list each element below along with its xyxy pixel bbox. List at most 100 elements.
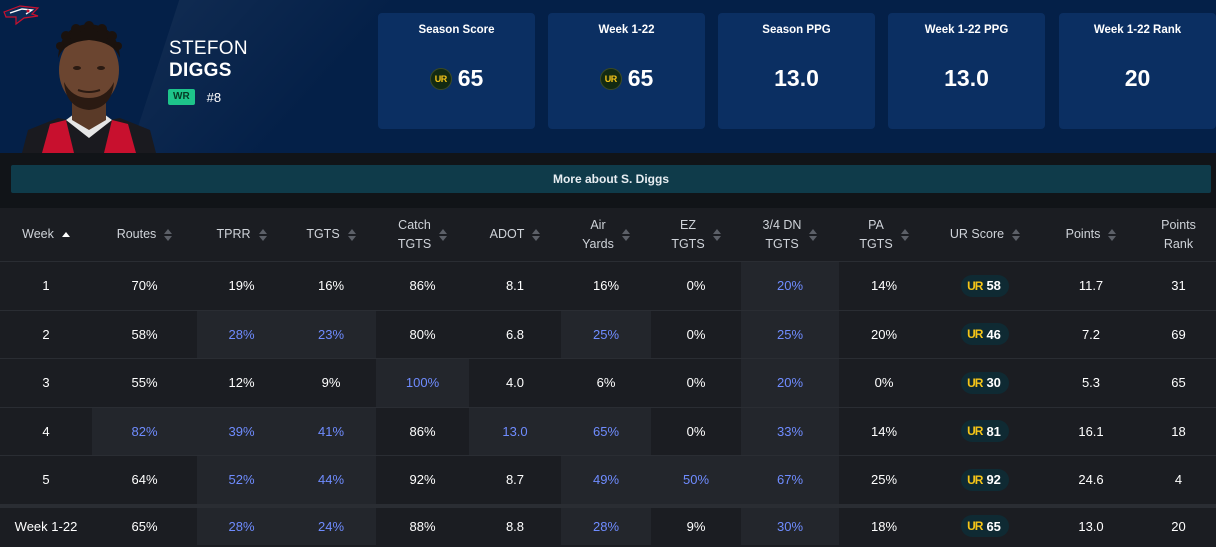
column-header-line: Yards: [582, 236, 614, 251]
cell-value: 67%: [776, 472, 804, 488]
column-header-tgts[interactable]: TGTS: [286, 208, 376, 261]
column-header-tprr[interactable]: TPRR: [197, 208, 286, 261]
cell-value: 70%: [131, 278, 158, 294]
table-cell: 1: [0, 262, 92, 310]
cell-value: 13.0: [502, 423, 528, 439]
table-cell: 4: [1141, 456, 1216, 504]
table-cell: 9%: [286, 359, 376, 407]
column-header-label: Catch TGTS: [398, 216, 431, 254]
more-about-section: More about S. Diggs: [0, 153, 1216, 208]
column-header-catch-tgts[interactable]: Catch TGTS: [376, 208, 469, 261]
cell-value: 12%: [228, 375, 255, 391]
column-header-adot[interactable]: ADOT: [469, 208, 561, 261]
cell-value: Week 1-22: [14, 518, 78, 534]
column-header-label: EZ TGTS: [671, 216, 704, 254]
column-header-pa-tgts[interactable]: PA TGTS: [839, 208, 929, 261]
cell-value: 6%: [596, 375, 616, 391]
sort-arrows-icon[interactable]: [61, 232, 70, 237]
table-cell: 80%: [376, 311, 469, 359]
column-header-week[interactable]: Week: [0, 208, 92, 261]
ur-logo-icon: UR: [599, 67, 622, 90]
cell-value: 5.3: [1081, 375, 1101, 391]
column-header-3-4-dn-tgts[interactable]: 3/4 DN TGTS: [741, 208, 839, 261]
cell-value: 41%: [317, 423, 345, 439]
ur-logo-icon: UR: [967, 519, 983, 533]
cell-value: 18: [1171, 423, 1186, 439]
sort-up-icon: [900, 228, 909, 234]
sort-arrows-icon[interactable]: [258, 228, 267, 241]
cell-value: 2: [42, 326, 50, 342]
stat-card-season-ppg: Season PPG 13.0: [718, 13, 875, 129]
column-header-line: Air: [590, 217, 606, 232]
column-header-points[interactable]: Points: [1041, 208, 1141, 261]
column-header-line: ADOT: [489, 227, 525, 241]
sort-arrows-icon[interactable]: [1012, 228, 1021, 241]
sort-down-icon: [1012, 235, 1021, 241]
cell-value: 92%: [409, 472, 436, 488]
sort-up-icon: [258, 228, 267, 234]
column-header-line: Routes: [116, 227, 157, 241]
table-cell: 18%: [839, 508, 929, 545]
cell-value: 3: [42, 375, 50, 391]
table-cell: 20%: [741, 359, 839, 407]
sort-arrows-icon[interactable]: [532, 228, 541, 241]
table-cell: 65: [1141, 359, 1216, 407]
table-cell: UR 46: [929, 311, 1041, 359]
sort-up-icon: [439, 228, 448, 234]
cell-value: 100%: [405, 375, 440, 391]
table-cell: 25%: [839, 456, 929, 504]
ur-logo-icon: UR: [429, 67, 452, 90]
column-header-line: PA: [868, 217, 884, 232]
cell-value: 20: [1171, 518, 1186, 534]
column-header-routes[interactable]: Routes: [92, 208, 197, 261]
table-cell: 3: [0, 359, 92, 407]
sort-arrows-icon[interactable]: [439, 228, 448, 241]
table-cell: Week 1-22: [0, 508, 92, 545]
table-cell: 13.0: [469, 407, 561, 455]
table-cell: 100%: [376, 359, 469, 407]
column-header-line: 3/4 DN: [762, 217, 802, 232]
column-header-points-rank[interactable]: Points Rank: [1141, 208, 1216, 261]
table-cell: 8.8: [469, 508, 561, 545]
player-first-name: STEFON: [169, 38, 248, 59]
stat-card-value: 20: [1124, 65, 1151, 91]
table-cell: 11.7: [1041, 262, 1141, 310]
sort-up-icon: [621, 228, 630, 234]
ur-score-value: 92: [986, 472, 1001, 488]
cell-value: 16%: [317, 278, 345, 294]
sort-down-icon: [258, 235, 267, 241]
table-cell: 16%: [286, 262, 376, 310]
column-header-label: ADOT: [490, 225, 525, 244]
column-header-ez-tgts[interactable]: EZ TGTS: [651, 208, 741, 261]
cell-value: 4: [1174, 472, 1183, 488]
sort-arrows-icon[interactable]: [347, 228, 356, 241]
more-about-button[interactable]: More about S. Diggs: [11, 165, 1211, 193]
ur-score-pill: UR 58: [961, 274, 1009, 297]
cell-value: 14%: [870, 423, 898, 439]
cell-value: 8.1: [505, 278, 525, 294]
ur-logo-icon: UR: [967, 375, 983, 390]
cell-value: 28%: [592, 518, 620, 534]
table-cell: 20%: [741, 262, 839, 310]
sort-arrows-icon[interactable]: [900, 228, 909, 241]
cell-value: 31: [1171, 278, 1186, 294]
cell-value: 28%: [228, 518, 255, 534]
sort-arrows-icon[interactable]: [1108, 228, 1117, 241]
table-cell: 25%: [561, 310, 651, 358]
ur-logo-icon: UR: [967, 278, 983, 293]
table-cell: 88%: [376, 508, 469, 545]
sort-down-icon: [532, 235, 541, 241]
table-cell: 16.1: [1041, 408, 1141, 456]
sort-arrows-icon[interactable]: [712, 228, 721, 241]
stat-card-label: Week 1-22 PPG: [924, 24, 1009, 36]
column-header-ur-score[interactable]: UR Score: [929, 208, 1041, 261]
column-header-air-yards[interactable]: Air Yards: [561, 208, 651, 261]
sort-arrows-icon[interactable]: [164, 228, 173, 241]
column-header-label: PA TGTS: [859, 216, 892, 254]
cell-value: 24.6: [1078, 472, 1104, 488]
table-cell: 0%: [651, 408, 741, 456]
sort-arrows-icon[interactable]: [621, 228, 630, 241]
cell-value: 86%: [409, 278, 436, 294]
sort-arrows-icon[interactable]: [809, 228, 818, 241]
table-cell: 28%: [197, 507, 286, 545]
